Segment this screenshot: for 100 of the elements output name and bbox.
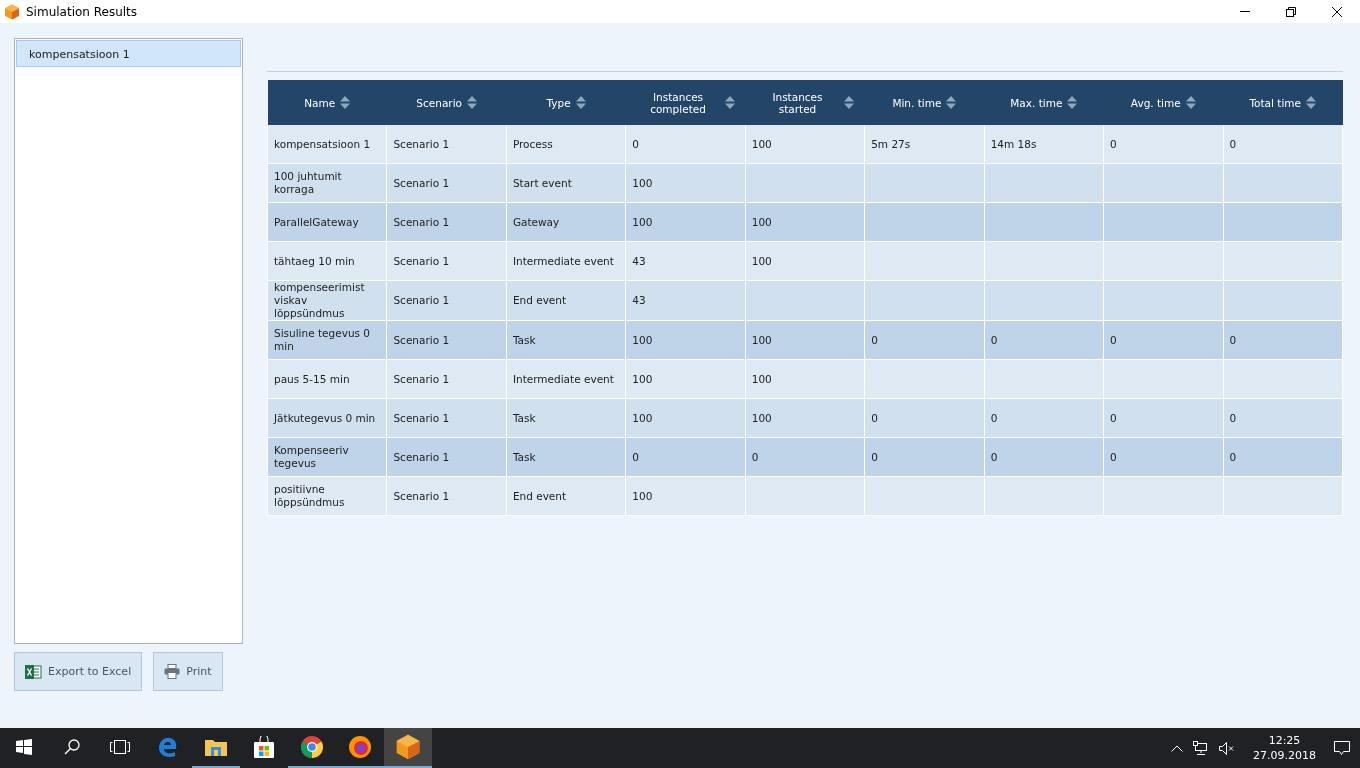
table-cell: 100 [745, 241, 865, 281]
table-cell: 0 [1103, 125, 1223, 164]
table-cell: Task [506, 398, 626, 438]
clock-date[interactable]: 27.09.2018 [1253, 749, 1316, 762]
sort-icon [575, 96, 586, 109]
network-icon[interactable] [1193, 741, 1209, 755]
table-cell: Scenario 1 [386, 320, 507, 360]
table-cell: 5m 27s [864, 125, 985, 164]
table-cell: 100 [745, 320, 865, 360]
search-icon [64, 739, 80, 755]
table-cell: 100 [625, 320, 746, 360]
table-cell: 0 [1223, 398, 1343, 438]
minimize-icon [1240, 11, 1250, 12]
table-cell: Start event [506, 163, 626, 203]
column-header[interactable]: Total time [1223, 80, 1343, 125]
table-cell: 0 [1223, 320, 1343, 360]
speaker-muted-icon[interactable] [1219, 741, 1235, 755]
column-header[interactable]: Max. time [984, 80, 1104, 125]
table-cell: Scenario 1 [386, 202, 507, 242]
table-cell: Scenario 1 [386, 241, 507, 281]
table-cell: 0 [625, 125, 746, 164]
letter-e-icon [158, 737, 178, 757]
cube-icon [395, 734, 421, 760]
shopping-bag-icon [253, 736, 275, 758]
table-cell: 100 [625, 163, 746, 203]
table-cell: 100 [625, 202, 746, 242]
column-header[interactable]: Instances completed [625, 80, 746, 125]
column-header[interactable]: Instances started [745, 80, 865, 125]
table-cell: Process [506, 125, 626, 164]
table-cell: End event [506, 280, 626, 321]
column-header[interactable]: Min. time [864, 80, 985, 125]
table-cell: Scenario 1 [386, 476, 507, 516]
table-cell: Task [506, 437, 626, 477]
circle-logo-icon [301, 736, 323, 758]
close-icon [1332, 6, 1342, 17]
table-cell: End event [506, 476, 626, 516]
table-cell: 43 [625, 241, 746, 281]
table-cell: 100 [745, 202, 865, 242]
sort-icon [946, 96, 957, 109]
table-cell: 0 [1103, 437, 1223, 477]
table-cell: 0 [1223, 437, 1343, 477]
table-cell: 43 [625, 280, 746, 321]
clock-time[interactable]: 12:25 [1268, 734, 1301, 747]
column-header[interactable]: Name [267, 80, 387, 125]
table-cell: Jätkutegevus 0 min [267, 398, 387, 438]
table-cell: 0 [1103, 398, 1223, 438]
table-cell: 0 [864, 437, 985, 477]
restore-icon [1286, 6, 1296, 17]
printer-icon [164, 664, 181, 679]
table-cell: paus 5-15 min [267, 359, 387, 399]
table-cell: kompensatsioon 1 [267, 125, 387, 164]
column-header[interactable]: Type [506, 80, 626, 125]
sort-icon [340, 96, 351, 109]
table-cell: 0 [745, 437, 865, 477]
column-header[interactable]: Avg. time [1103, 80, 1223, 125]
table-cell: 0 [1103, 320, 1223, 360]
table-cell: 100 juhtumit korraga [267, 163, 387, 203]
chevron-up-icon[interactable] [1171, 744, 1183, 752]
table-cell: 0 [864, 320, 985, 360]
table-cell: 100 [625, 476, 746, 516]
table-cell: Sisuline tegevus 0 min [267, 320, 387, 360]
table-cell: 100 [625, 359, 746, 399]
table-cell: Scenario 1 [386, 125, 507, 164]
sort-icon [844, 96, 855, 109]
sort-icon [725, 96, 736, 109]
notification-icon[interactable] [1334, 740, 1350, 756]
task-view-icon [110, 740, 130, 754]
table-cell: 0 [984, 320, 1104, 360]
table-cell: 0 [625, 437, 746, 477]
table-cell: Kompenseeriv tegevus [267, 437, 387, 477]
table-cell: 100 [625, 398, 746, 438]
table-cell: 0 [1223, 125, 1343, 164]
table-cell: tähtaeg 10 min [267, 241, 387, 281]
table-cell: Scenario 1 [386, 280, 507, 321]
sort-icon [467, 96, 477, 109]
sort-icon [1185, 96, 1196, 109]
table-cell: 0 [864, 398, 985, 438]
table-cell: kompenseerimist viskav lõppsündmus [267, 280, 387, 321]
table-cell: Task [506, 320, 626, 360]
column-header[interactable]: Scenario [386, 80, 507, 125]
table-cell: 14m 18s [984, 125, 1104, 164]
table-cell: Gateway [506, 202, 626, 242]
windows-logo-icon [16, 739, 32, 755]
sort-icon [1067, 96, 1078, 109]
print-button[interactable]: Print [153, 652, 223, 691]
table-cell: 100 [745, 125, 865, 164]
table-cell: Scenario 1 [386, 163, 507, 203]
table-cell: positiivne lõppsündmus [267, 476, 387, 516]
table-cell: Scenario 1 [386, 398, 507, 438]
list-item[interactable]: kompensatsioon 1 [16, 40, 241, 67]
table-cell: 0 [984, 437, 1104, 477]
table-cell: ParallelGateway [267, 202, 387, 242]
window-title: Simulation Results [26, 4, 139, 19]
sort-icon [1306, 96, 1317, 109]
table-cell: 0 [984, 398, 1104, 438]
table-cell: Intermediate event [506, 359, 626, 399]
table-cell: Scenario 1 [386, 359, 507, 399]
table-cell: Intermediate event [506, 241, 626, 281]
export-button[interactable]: Export to Excel [14, 652, 143, 691]
table-cell: Scenario 1 [386, 437, 507, 477]
